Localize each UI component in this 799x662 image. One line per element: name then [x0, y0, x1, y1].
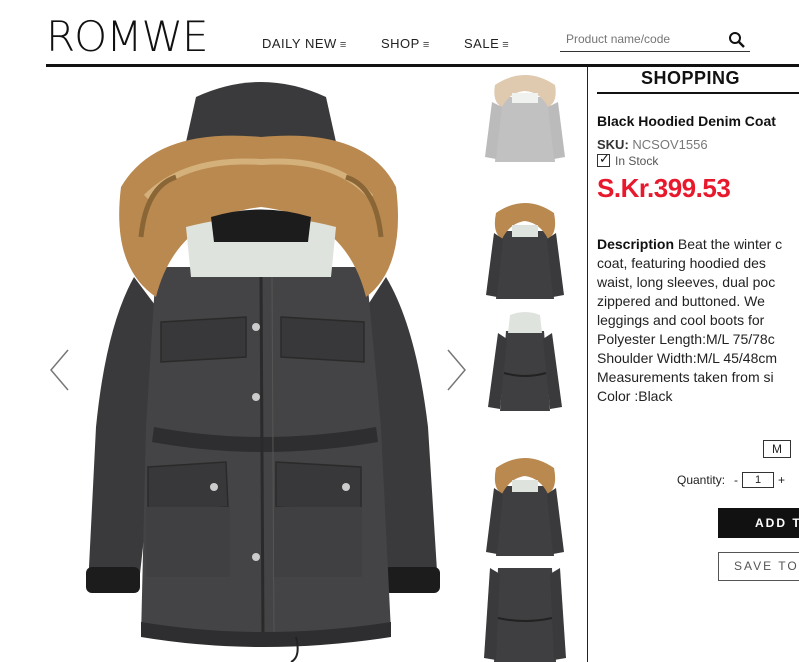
- quantity-increment-button[interactable]: +: [778, 473, 785, 487]
- description-label: Description: [597, 236, 675, 252]
- shopping-panel: SHOPPING Black Hoodied Denim Coat SKU: N…: [597, 67, 799, 662]
- coat-illustration: [86, 82, 440, 662]
- description-line: coat, featuring hoodied des: [597, 255, 766, 271]
- description-line: Polyester Length:M/L 75/78c: [597, 331, 775, 347]
- menu-icon: ≡: [339, 39, 347, 51]
- main-product-image[interactable]: [46, 67, 476, 662]
- thumbnail-2-image: [486, 203, 564, 299]
- site-header: ROMWE DAILY NEW ≡ SHOP ≡ SALE ≡: [0, 0, 799, 67]
- thumbnail-4-image: [486, 458, 564, 556]
- product-description: Description Beat the winter c coat, feat…: [597, 235, 799, 406]
- thumbnail-2[interactable]: [480, 191, 570, 301]
- panel-title-rule: [597, 92, 799, 94]
- thumbnail-5-image: [484, 568, 566, 662]
- search-input[interactable]: [566, 32, 716, 46]
- product-price: S.Kr.399.53: [597, 173, 731, 203]
- description-line: zippered and buttoned. We: [597, 293, 765, 309]
- thumbnail-3[interactable]: [480, 311, 570, 421]
- prev-image-arrow[interactable]: [48, 348, 72, 392]
- product-name: Black Hoodied Denim Coat: [597, 113, 776, 129]
- thumbnail-5[interactable]: [480, 568, 570, 662]
- description-line: leggings and cool boots for: [597, 312, 765, 328]
- nav-sale[interactable]: SALE ≡: [464, 36, 509, 51]
- panel-divider: [587, 67, 588, 662]
- quantity-input[interactable]: 1: [742, 472, 774, 488]
- menu-icon: ≡: [422, 39, 430, 51]
- sku: SKU: NCSOV1556: [597, 137, 708, 152]
- add-to-bag-button[interactable]: ADD TO: [718, 508, 799, 538]
- panel-title: SHOPPING: [641, 68, 741, 88]
- sku-label: SKU:: [597, 137, 629, 152]
- thumbnail-1[interactable]: [480, 67, 570, 167]
- size-option-m[interactable]: M: [763, 440, 791, 458]
- description-line: Color :Black: [597, 388, 673, 404]
- nav-daily-new-label: DAILY NEW: [262, 36, 337, 51]
- search-icon[interactable]: [728, 31, 746, 49]
- stock-status: In Stock: [597, 151, 659, 168]
- romwe-logo[interactable]: ROMWE: [46, 12, 209, 61]
- sku-value: NCSOV1556: [632, 137, 708, 152]
- thumbnail-4[interactable]: [480, 446, 570, 558]
- nav-sale-label: SALE: [464, 36, 500, 51]
- nav-shop[interactable]: SHOP ≡: [381, 36, 430, 51]
- quantity-decrement-button[interactable]: -: [734, 473, 738, 487]
- description-line: Measurements taken from si: [597, 369, 774, 385]
- description-line: Shoulder Width:M/L 45/48cm: [597, 350, 778, 366]
- quantity-label: Quantity:: [677, 473, 726, 487]
- save-to-wishlist-button[interactable]: SAVE TO W: [718, 552, 799, 581]
- search-box: [560, 30, 750, 52]
- thumbnail-1-image: [485, 75, 565, 162]
- next-image-arrow[interactable]: [444, 348, 468, 392]
- menu-icon: ≡: [502, 39, 510, 51]
- description-line: waist, long sleeves, dual poc: [597, 274, 776, 290]
- stock-label: In Stock: [615, 154, 659, 168]
- description-line: Beat the winter c: [677, 236, 783, 252]
- in-stock-checkbox-icon: [597, 151, 610, 167]
- thumbnail-3-image: [488, 312, 562, 411]
- nav-daily-new[interactable]: DAILY NEW ≡: [262, 36, 347, 51]
- nav-shop-label: SHOP: [381, 36, 420, 51]
